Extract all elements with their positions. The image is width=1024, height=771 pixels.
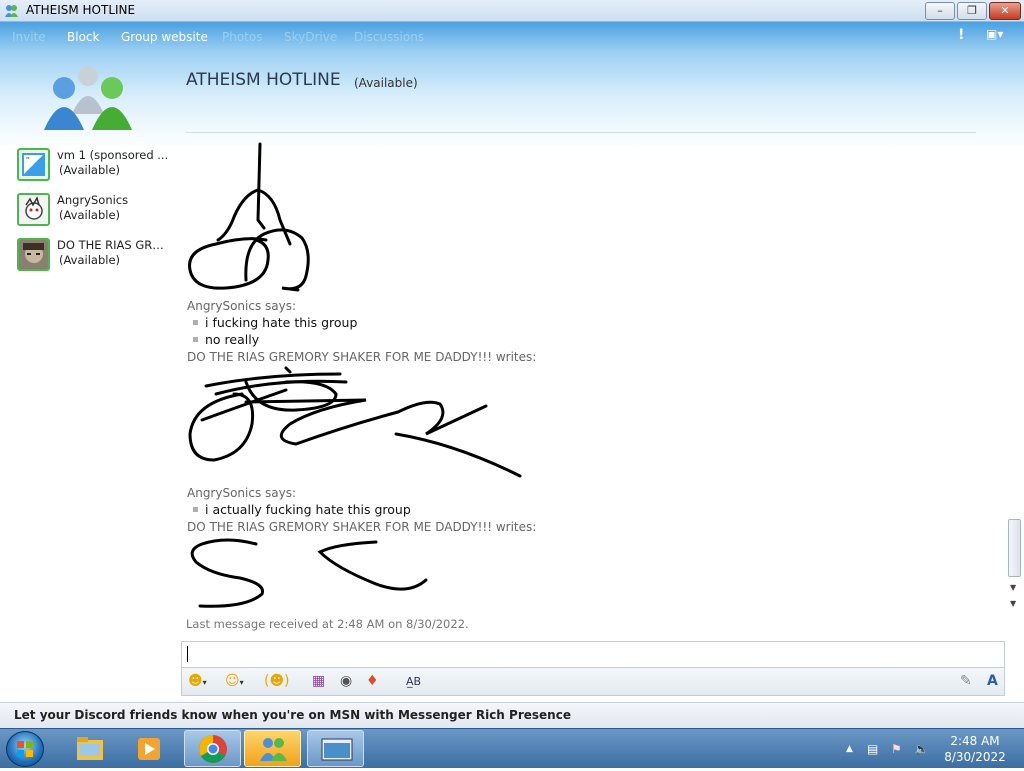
action-center-icon[interactable]: ⚑ xyxy=(891,742,902,756)
font-icon[interactable]: A xyxy=(987,673,998,689)
alert-button[interactable]: ! xyxy=(958,27,964,43)
games-icon[interactable]: ♦ xyxy=(366,673,379,689)
window-title: ATHEISM HOTLINE xyxy=(26,3,136,17)
group-avatar-icon xyxy=(44,66,132,130)
emoticon-icon[interactable]: ☻▾ xyxy=(188,673,207,689)
contact-status: (Available) xyxy=(59,208,121,222)
ad-banner[interactable]: Let your Discord friends know when you'r… xyxy=(0,702,1024,728)
background-icon[interactable]: ▦ xyxy=(312,673,325,689)
menu-skydrive[interactable]: SkyDrive xyxy=(284,30,337,44)
clock-date: 8/30/2022 xyxy=(944,750,1006,764)
message-sender: AngrySonics says: xyxy=(187,486,297,500)
contact-status: (Available) xyxy=(59,163,121,177)
taskbar-explorer[interactable] xyxy=(61,730,118,767)
divider xyxy=(186,132,976,133)
close-button[interactable]: ✕ xyxy=(989,2,1021,20)
messenger-icon xyxy=(5,5,18,17)
scroll-end-icon[interactable]: ▼ xyxy=(1010,599,1016,608)
contact-name: AngrySonics xyxy=(57,193,129,207)
scroll-down-icon[interactable]: ▼ xyxy=(1010,583,1016,592)
taskbar-messenger[interactable] xyxy=(244,730,301,767)
window-icon xyxy=(321,738,353,761)
message-sender: DO THE RIAS GREMORY SHAKER FOR ME DADDY!… xyxy=(187,520,537,534)
svg-text:'': '' xyxy=(26,156,30,164)
taskbar-conversation[interactable] xyxy=(307,730,364,767)
contact-item[interactable]: AngrySonics (Available) xyxy=(17,193,187,229)
message-sender: AngrySonics says: xyxy=(187,299,297,313)
avatar xyxy=(17,193,50,226)
message-line: i actually fucking hate this group xyxy=(193,502,411,517)
menu-invite[interactable]: Invite xyxy=(12,30,46,44)
options-menu-icon[interactable]: ▣▾ xyxy=(986,27,1003,41)
voice-clip-icon[interactable]: ◉ xyxy=(340,673,352,689)
message-sender: DO THE RIAS GREMORY SHAKER FOR ME DADDY!… xyxy=(187,350,537,364)
ink-drawing-1 xyxy=(188,142,310,292)
text-caret xyxy=(187,646,188,662)
handwriting-icon[interactable]: ✎ xyxy=(960,673,972,689)
last-message-info: Last message received at 2:48 AM on 8/30… xyxy=(186,617,469,631)
ink-drawing-3 xyxy=(190,538,428,608)
taskbar-clock[interactable]: 2:48 AM 8/30/2022 xyxy=(940,733,1010,765)
start-button[interactable] xyxy=(6,731,44,767)
clock-time: 2:48 AM xyxy=(950,734,1000,748)
menu-photos[interactable]: Photos xyxy=(222,30,262,44)
nudge-icon[interactable]: (☻) xyxy=(264,673,290,689)
message-line: no really xyxy=(193,332,259,347)
minimize-button[interactable]: – xyxy=(925,2,955,20)
contact-name: vm 1 (sponsored ... xyxy=(57,148,169,162)
contact-item[interactable]: '' vm 1 (sponsored ... (Available) xyxy=(17,148,187,184)
show-hidden-icons-icon[interactable]: ▲ xyxy=(846,744,853,754)
messenger-icon xyxy=(260,738,287,761)
menu-group-website[interactable]: Group website xyxy=(121,30,208,44)
menu-block[interactable]: Block xyxy=(67,30,99,44)
message-input[interactable] xyxy=(181,641,1005,668)
volume-icon[interactable]: 🔈 xyxy=(914,742,929,756)
media-player-icon xyxy=(138,738,160,760)
contact-status: (Available) xyxy=(59,253,121,267)
ink-drawing-2 xyxy=(188,366,522,478)
menu-discussions[interactable]: Discussions xyxy=(354,30,424,44)
title-bar: ATHEISM HOTLINE – ❐ ✕ xyxy=(0,0,1024,22)
maximize-button[interactable]: ❐ xyxy=(957,2,987,20)
chrome-icon xyxy=(199,735,227,763)
conversation-title: ATHEISM HOTLINE xyxy=(186,70,341,90)
menu-bar: Invite Block Group website Photos SkyDri… xyxy=(0,22,1024,53)
message-line: i fucking hate this group xyxy=(193,315,357,330)
taskbar-media-player[interactable] xyxy=(121,730,178,767)
folder-icon xyxy=(77,737,103,760)
taskbar-chrome[interactable] xyxy=(184,730,241,767)
conversation-status: (Available) xyxy=(354,76,418,90)
scrollbar-thumb[interactable] xyxy=(1008,519,1021,577)
contact-name: DO THE RIAS GRE... xyxy=(57,238,169,252)
spellcheck-icon[interactable]: A̲B xyxy=(406,675,421,688)
compose-toolbar xyxy=(181,668,1005,696)
network-icon[interactable]: ▤ xyxy=(867,742,878,756)
contact-item[interactable]: DO THE RIAS GRE... (Available) xyxy=(17,238,187,274)
wink-icon[interactable]: ☺▾ xyxy=(225,673,244,689)
avatar xyxy=(17,238,50,271)
avatar: '' xyxy=(17,148,50,181)
